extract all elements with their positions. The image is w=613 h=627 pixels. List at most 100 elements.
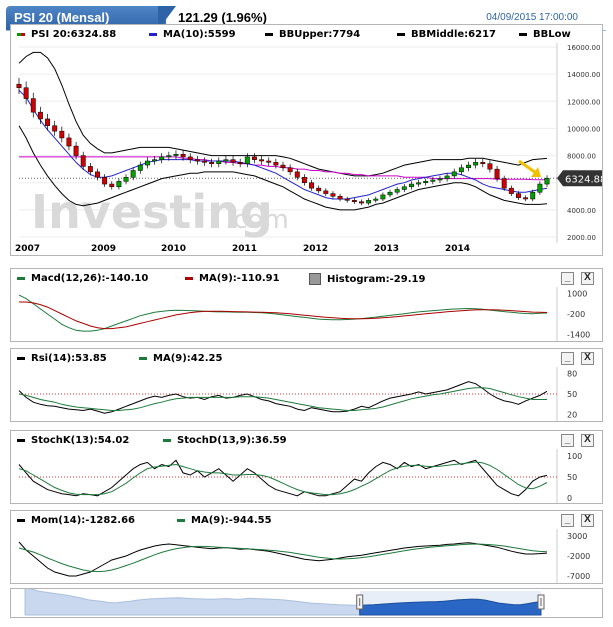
y-tick-label: 14000.00 — [567, 71, 600, 79]
candle-body — [366, 200, 372, 204]
series-line-0 — [18, 381, 548, 414]
candle-body — [444, 175, 450, 179]
mom-chart: 3000 -2000 -7000 — [18, 529, 590, 583]
navigator-chart[interactable] — [11, 589, 602, 617]
legend-ohlc-label: PSI 20:6324.88 — [31, 29, 117, 40]
price-chart[interactable]: 16000.00 14000.00 12000.00 10000.00 8000.00 6… — [11, 43, 602, 255]
candle-body — [73, 145, 79, 156]
candle-body — [187, 156, 193, 160]
candle-body — [109, 183, 115, 188]
y-tick-label: 12000.00 — [567, 98, 600, 106]
series-line-0 — [18, 459, 548, 497]
minimize-button-rsi[interactable]: _ — [561, 352, 574, 365]
candle-body — [423, 181, 429, 183]
candle-body — [66, 137, 72, 147]
candle-body — [216, 160, 222, 164]
legend-macd-label: Macd(12,26):-140.10 — [31, 273, 149, 284]
x-tick-label: 2010 — [161, 244, 186, 254]
main-chart-panel: PSI 20:6324.88 MA(10):5599 BBUpper:7794 … — [10, 24, 603, 256]
candle-body — [45, 118, 50, 126]
stoch-legend: StochK(13):54.02 StochD(13,9):36.59 — [11, 431, 602, 449]
candle-body — [244, 156, 250, 164]
navigator-panel[interactable] — [10, 588, 603, 618]
legend-ma: MA(10):5599 — [149, 29, 236, 40]
candle-body — [259, 159, 265, 162]
legend-histogram: Histogram:-29.19 — [309, 273, 425, 285]
legend-rsi: Rsi(14):53.85 — [17, 353, 107, 364]
legend-macd: Macd(12,26):-140.10 — [17, 273, 148, 284]
legend-ma-label: MA(10):5599 — [163, 29, 236, 40]
main-legend: PSI 20:6324.88 MA(10):5599 BBUpper:7794 … — [11, 25, 602, 43]
y-tick-label: -2000 — [567, 552, 590, 561]
x-tick-label: 2011 — [232, 244, 257, 254]
candle-body — [494, 168, 500, 179]
quote-datetime: 04/09/2015 17:00:00 — [486, 12, 578, 23]
close-button-mom[interactable]: X — [581, 514, 594, 527]
candle-body — [487, 163, 493, 170]
close-button-stoch[interactable]: X — [581, 434, 594, 447]
x-tick-label: 2013 — [374, 244, 399, 254]
legend-stochk-label: StochK(13):54.02 — [31, 435, 130, 446]
y-tick-label: 2000.00 — [567, 234, 596, 242]
candle-body — [287, 167, 293, 173]
y-tick-label: 0 — [567, 494, 572, 503]
legend-bbmiddle-label: BBMiddle:6217 — [411, 29, 496, 40]
last-price-flag: 6324.88 — [557, 170, 602, 187]
close-button-macd[interactable]: X — [581, 272, 594, 285]
candle-body — [416, 182, 422, 185]
close-button-rsi[interactable]: X — [581, 352, 594, 365]
y-tick-label: 4000.00 — [567, 207, 596, 215]
series-line-1 — [18, 387, 547, 411]
candle-body — [273, 162, 279, 166]
candle-body — [237, 162, 243, 164]
candle-body — [537, 183, 543, 193]
legend-bbmiddle: BBMiddle:6217 — [397, 29, 496, 40]
legend-macd-ma: MA(9):-110.91 — [185, 273, 280, 284]
legend-bblow-label: BBLow — [533, 29, 571, 40]
rsi-panel: Rsi(14):53.85 MA(9):42.25 _ X 80 50 20 — [10, 348, 603, 422]
candle-body — [173, 153, 179, 156]
y-tick-label: 50 — [567, 390, 577, 399]
y-tick-label: -1400 — [567, 331, 590, 340]
macd-chart: 1000 -200 -1400 — [18, 287, 590, 341]
y-tick-label: -200 — [567, 310, 585, 319]
legend-mom-ma: MA(9):-944.55 — [177, 515, 272, 526]
candle-body — [266, 160, 272, 163]
candle-body — [473, 162, 479, 166]
candle-body — [516, 193, 521, 198]
x-tick-label: 2007 — [15, 244, 40, 254]
rsi-chart: 80 50 20 — [18, 367, 577, 421]
candle-body — [309, 182, 314, 189]
y-tick-label: 10000.00 — [567, 125, 600, 133]
candle-body — [166, 155, 172, 158]
stoch-panel: StochK(13):54.02 StochD(13,9):36.59 _ X … — [10, 430, 603, 504]
candle-body — [330, 193, 336, 197]
candle-body — [430, 179, 436, 182]
minimize-button-mom[interactable]: _ — [561, 514, 574, 527]
candle-body — [23, 87, 29, 99]
candle-body — [401, 186, 407, 190]
legend-rsi-label: Rsi(14):53.85 — [31, 353, 107, 364]
navigator-area-left — [24, 589, 361, 616]
series-line-0 — [18, 541, 548, 577]
candle-body — [144, 160, 150, 166]
y-tick-label: 3000 — [567, 532, 587, 541]
legend-bblow: BBLow — [519, 29, 571, 40]
legend-bbupper-label: BBUpper:7794 — [279, 29, 361, 40]
candle-body — [30, 98, 36, 113]
x-tick-label: 2014 — [445, 244, 470, 254]
legend-rsi-ma: MA(9):42.25 — [139, 353, 222, 364]
stoch-chart: 100 50 0 — [18, 449, 582, 503]
minimize-button-macd[interactable]: _ — [561, 272, 574, 285]
y-tick-label: 1000 — [567, 289, 587, 298]
legend-bbupper: BBUpper:7794 — [265, 29, 360, 40]
minimize-button-stoch[interactable]: _ — [561, 434, 574, 447]
legend-stochd-label: StochD(13,9):36.59 — [177, 435, 287, 446]
candle-body — [102, 177, 108, 185]
candle-body — [344, 198, 350, 201]
candle-body — [359, 201, 364, 204]
price-flag-label: 6324.88 — [565, 174, 602, 185]
candle-body — [523, 197, 529, 200]
candle-body — [466, 164, 471, 169]
legend-mom-ma-label: MA(9):-944.55 — [191, 515, 272, 526]
